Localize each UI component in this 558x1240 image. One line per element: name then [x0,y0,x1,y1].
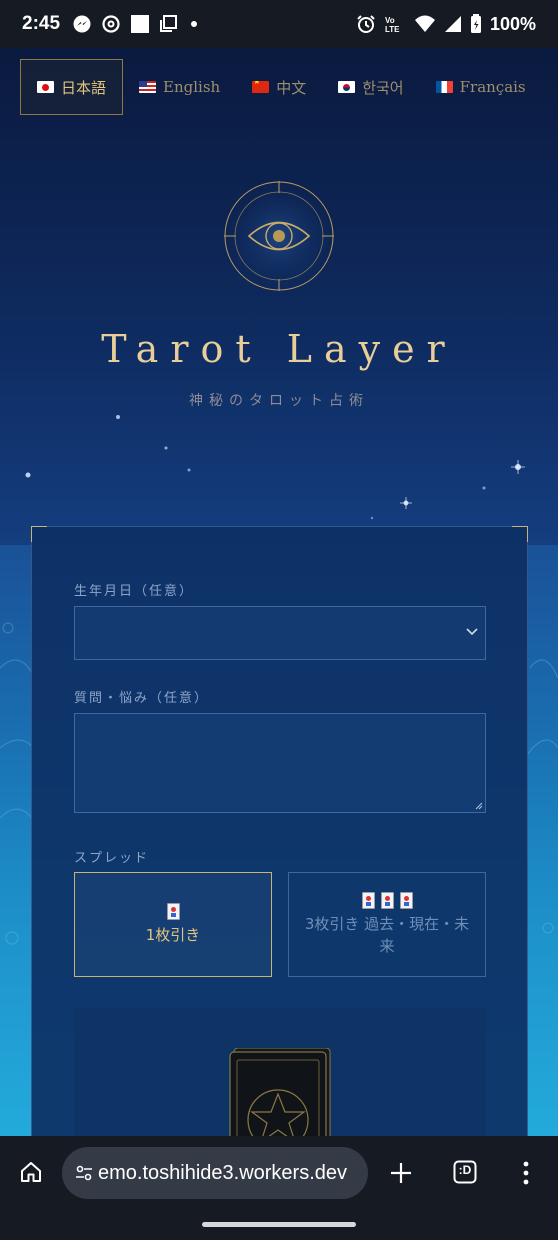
corner-ornament [512,526,528,542]
new-tab-icon[interactable] [389,1161,413,1185]
browser-toolbar: emo.toshihide3.workers.dev :D [0,1136,558,1208]
messenger-icon [73,15,91,33]
tarot-card-icon [380,892,394,909]
birthdate-label: 生年月日（任意） [74,584,195,599]
reading-form: 生年月日（任意） 質問・悩み（任意） スプレッド 1枚引き 3枚引き 過去・現在… [31,526,528,1136]
copy-icon [160,15,178,32]
status-bar: 2:45 Vo LTE 100% [0,0,558,48]
lang-button-ko[interactable]: 한국어 [322,59,419,115]
lang-label: 日本語 [61,78,107,97]
signal-icon [444,16,461,32]
gesture-navigation [0,1208,558,1240]
threads-icon [102,15,120,33]
spread-option-label: 1枚引き [145,926,201,944]
spread-label: スプレッド [74,851,150,866]
url-text: emo.toshihide3.workers.dev [98,1161,348,1184]
status-time: 2:45 [22,13,61,34]
question-textarea[interactable] [74,713,486,813]
eye-compass-icon [223,180,335,292]
language-selector: 日本語 English 中文 한국어 Français [20,59,542,115]
app-subtitle: 神秘のタロット占術 [189,393,369,409]
tarot-deck-star-icon [229,1048,331,1136]
cn-flag-icon [252,81,270,93]
lang-label: Français [459,78,526,96]
home-gesture-handle[interactable] [202,1222,356,1227]
resize-grip-icon[interactable] [475,802,483,810]
square-icon [131,15,150,33]
web-page: 日本語 English 中文 한국어 Français [0,48,558,1136]
us-flag-icon [139,81,157,93]
chevron-down-icon [466,628,478,636]
lang-label: English [163,78,221,96]
tarot-card-icon [361,892,375,909]
question-label: 質問・悩み（任意） [74,691,210,706]
birthdate-select[interactable] [74,606,486,660]
lang-button-fr[interactable]: Français [420,59,542,115]
kr-flag-icon [338,81,356,93]
app-title: Tarot Layer [101,327,457,371]
tarot-card-icon [166,903,180,920]
spread-cards [166,903,180,920]
lang-label: 한국어 [362,78,404,97]
volte-icon: VoLTE [385,16,400,34]
wifi-icon [414,15,435,32]
lang-button-ja[interactable]: 日本語 [20,59,124,115]
lang-button-zh[interactable]: 中文 [236,59,322,115]
spread-cards [361,892,413,909]
lang-button-en[interactable]: English [123,59,236,115]
address-bar[interactable]: emo.toshihide3.workers.dev [62,1147,368,1199]
dot-icon [191,21,198,27]
lang-label: 中文 [276,78,307,97]
battery-icon [470,14,481,33]
battery-level: 100% [489,13,536,34]
tab-switcher-label: :D [458,1163,472,1177]
spread-option-three-card[interactable]: 3枚引き 過去・現在・未来 [288,872,486,977]
more-menu-icon[interactable] [522,1161,530,1185]
svg-text:Vo: Vo [385,16,395,25]
spread-option-label: 3枚引き 過去・現在・未来 [304,915,470,955]
card-deck-area[interactable] [74,1008,486,1136]
spread-option-one-card[interactable]: 1枚引き [74,872,272,977]
svg-text:LTE: LTE [385,25,400,34]
corner-ornament [31,526,47,542]
site-settings-icon[interactable] [74,1163,94,1183]
home-icon[interactable] [19,1160,43,1184]
fr-flag-icon [435,81,453,93]
alarm-icon [357,15,375,33]
tarot-card-icon [399,892,413,909]
jp-flag-icon [37,81,54,93]
